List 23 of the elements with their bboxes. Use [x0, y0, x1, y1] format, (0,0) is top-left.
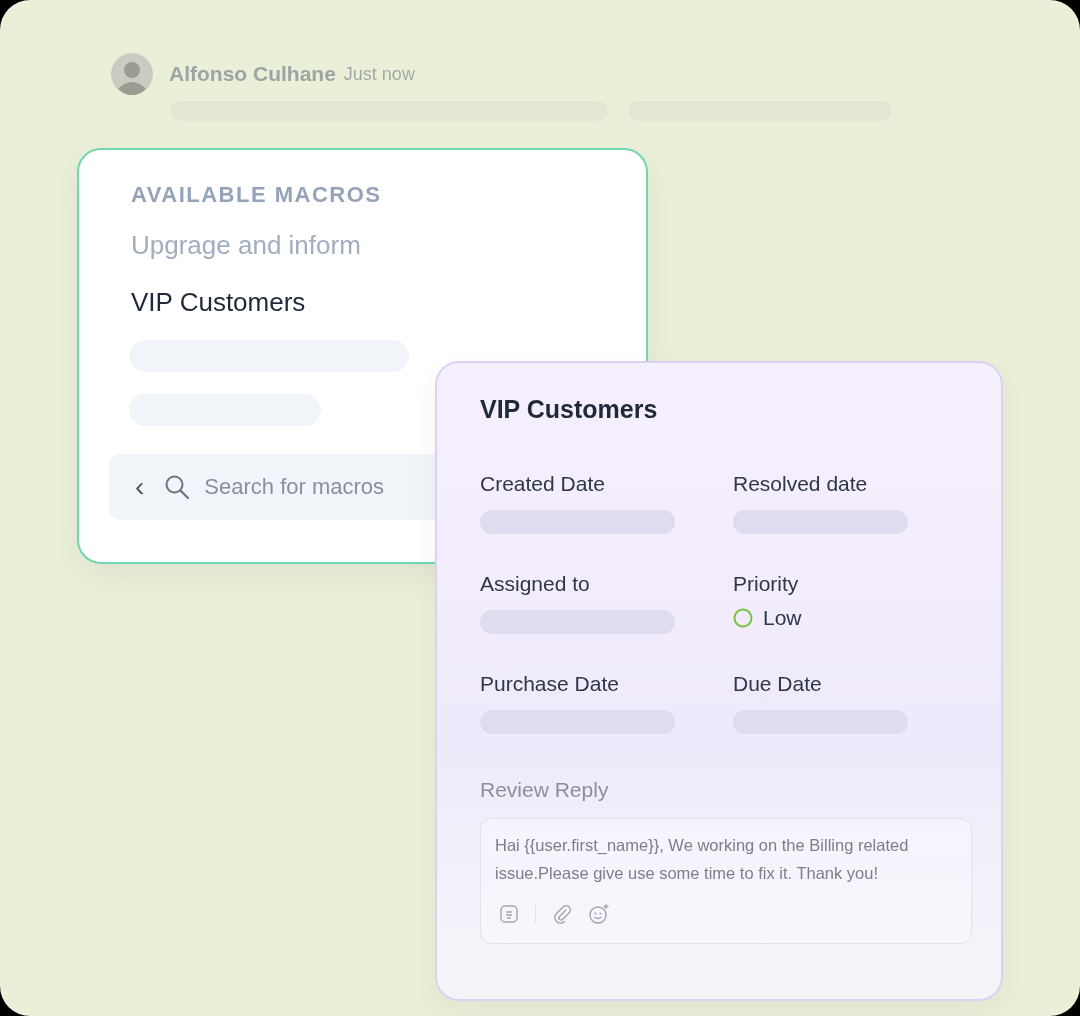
back-button[interactable]: ‹ — [129, 471, 151, 503]
field-label: Due Date — [733, 672, 823, 696]
message-time: Just now — [343, 63, 415, 85]
author-name: Alfonso Culhane — [169, 62, 336, 86]
field-label: Priority — [733, 572, 800, 596]
reply-field[interactable]: Hai {{user.first_name}}, We working on the Billing related issue.Please give use some time to fix it. Thank you! — [480, 818, 972, 944]
card-title: VIP Customers — [480, 395, 659, 424]
avatar-icon — [111, 53, 153, 95]
search-field[interactable]: Search for macros — [204, 474, 395, 500]
field-label: Resolved date — [733, 472, 869, 496]
field-label: Purchase Date — [480, 672, 620, 696]
field-label: Assigned to — [480, 572, 591, 596]
macros-heading: AVAILABLE MACROS — [131, 182, 383, 208]
search-icon — [164, 474, 191, 500]
macro-item[interactable]: VIP Customers — [131, 287, 616, 318]
attachment-icon[interactable] — [552, 904, 572, 924]
priority-value: Low — [763, 606, 802, 630]
reply-text: Hai {{user.first_name}}, We working on the Billing related issue.Please give use some time to fix it. Thank you! — [495, 835, 910, 884]
field-label: Created Date — [480, 472, 606, 496]
template-icon[interactable] — [499, 904, 519, 924]
emoji-icon[interactable] — [588, 903, 610, 925]
field-label: Review Reply — [480, 778, 610, 802]
status-ring-icon — [733, 608, 753, 628]
